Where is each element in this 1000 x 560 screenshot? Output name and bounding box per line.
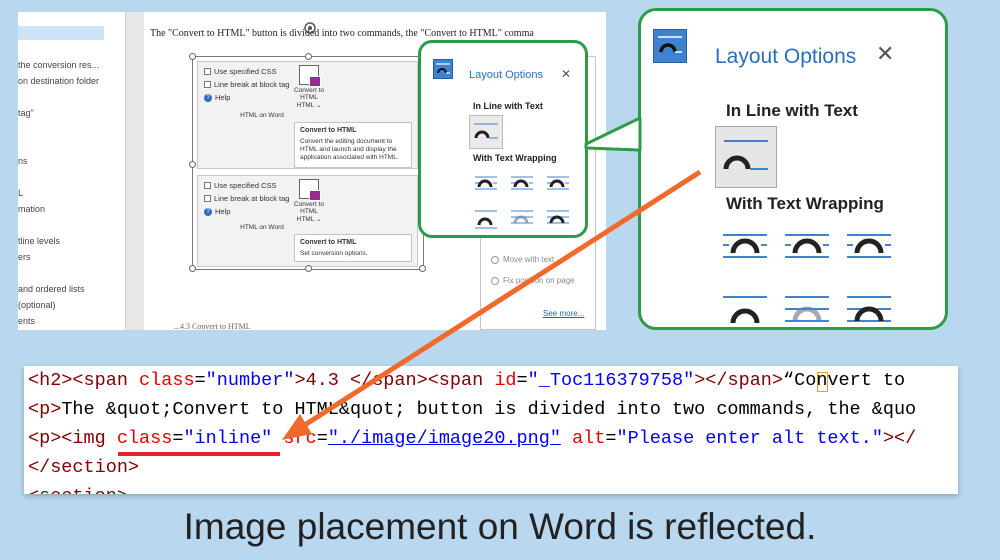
nav-item[interactable]: tag" [18,108,34,118]
in-front-of-text-icon [547,210,569,224]
navigation-pane: the conversion res... on destination fol… [18,12,126,330]
through-wrap-icon [547,176,569,190]
document-text-bottom: ...4.3 Convert to HTML [174,322,251,330]
nav-selected-item[interactable] [18,26,104,40]
cursor-highlight [817,372,828,392]
tooltip: Convert to HTML Convert the editing docu… [294,122,412,168]
code-line-2: <p>The &quot;Convert to HTML&quot; butto… [28,399,917,420]
top-bottom-wrap-icon [723,296,767,324]
resize-handle[interactable] [189,265,196,272]
square-wrap-icon [475,176,497,190]
tooltip: Convert to HTML Set conversion options. [294,234,412,262]
close-icon[interactable]: ✕ [876,41,894,67]
help-link: ? Help [204,93,230,102]
selected-image[interactable]: Use specified CSS Line break at block ta… [189,53,426,272]
line-break-checkbox: Line break at block tag [204,80,289,89]
wrapping-heading: With Text Wrapping [726,194,884,213]
layout-options-zoom-large: Layout Options ✕ In Line with Text With … [638,8,948,330]
in-front-of-text-icon [847,296,891,322]
see-more-link[interactable]: See more... [543,309,584,318]
resize-handle[interactable] [419,265,426,272]
wrapping-icons-grid[interactable] [473,173,581,233]
through-wrap-icon [847,234,891,258]
document-text: The "Convert to HTML" button is divided … [150,28,534,39]
wrapping-icons-grid[interactable] [721,231,941,330]
help-icon: ? [204,93,212,102]
nav-item[interactable]: tline levels [18,236,60,246]
convert-html-button: Convert to HTML HTML ⌄ [292,179,326,225]
tight-wrap-icon [785,234,829,258]
inline-heading: In Line with Text [726,101,858,120]
nav-item[interactable]: the conversion res... [18,60,99,70]
square-wrap-icon [723,234,767,258]
nav-item[interactable]: ents [18,316,35,326]
close-icon[interactable]: ✕ [561,67,571,81]
convert-html-icon [299,179,321,201]
fix-position-option[interactable]: Fix position on page [491,275,581,287]
convert-html-icon [299,65,321,87]
inline-wrap-icon[interactable] [469,115,503,149]
layout-options-icon[interactable] [653,29,687,63]
code-line-3: <p><img class="inline" src="./image/imag… [28,428,917,449]
resize-handle[interactable] [189,53,196,60]
wrapping-heading: With Text Wrapping [473,153,557,163]
layout-options-icon[interactable] [433,59,453,79]
group-label: HTML on Word [240,224,284,231]
move-with-text-option[interactable]: Move with text [491,255,554,264]
help-icon: ? [204,207,212,216]
tight-wrap-icon [511,176,533,190]
ribbon-screenshot-top: Use specified CSS Line break at block ta… [197,61,418,169]
nav-item[interactable]: on destination folder [18,76,99,86]
code-line-1: <h2><span class="number">4.3 </span><spa… [28,370,906,391]
nav-item[interactable]: ers [18,252,31,262]
layout-options-title: Layout Options [715,45,857,68]
group-label: HTML on Word [240,112,284,119]
line-break-checkbox: Line break at block tag [204,194,289,203]
nav-item[interactable]: L [18,188,23,198]
nav-item[interactable]: (optional) [18,300,56,310]
resize-handle[interactable] [305,53,312,60]
code-line-5: <section> [28,486,128,494]
nav-item[interactable]: and ordered lists [18,284,85,294]
use-css-checkbox: Use specified CSS [204,67,277,76]
rotate-handle-icon[interactable] [302,20,318,36]
inline-heading: In Line with Text [473,101,543,111]
use-css-checkbox: Use specified CSS [204,181,277,190]
resize-handle[interactable] [189,161,196,168]
help-link: ? Help [204,207,230,216]
nav-item[interactable]: ns [18,156,28,166]
behind-text-icon [785,296,829,322]
convert-html-button: Convert to HTML HTML ⌄ [292,65,326,111]
inline-wrap-icon[interactable] [715,126,777,188]
resize-handle[interactable] [305,265,312,272]
behind-text-icon [511,210,533,224]
nav-item[interactable]: mation [18,204,45,214]
layout-options-zoom-small: Layout Options ✕ In Line with Text With … [418,40,588,238]
code-line-4: </section> [28,457,140,478]
layout-options-title: Layout Options [469,69,543,81]
html-code-panel: <h2><span class="number">4.3 </span><spa… [24,366,958,494]
caption: Image placement on Word is reflected. [183,506,817,547]
top-bottom-wrap-icon [475,210,497,229]
ribbon-screenshot-bottom: Use specified CSS Line break at block ta… [197,175,418,267]
